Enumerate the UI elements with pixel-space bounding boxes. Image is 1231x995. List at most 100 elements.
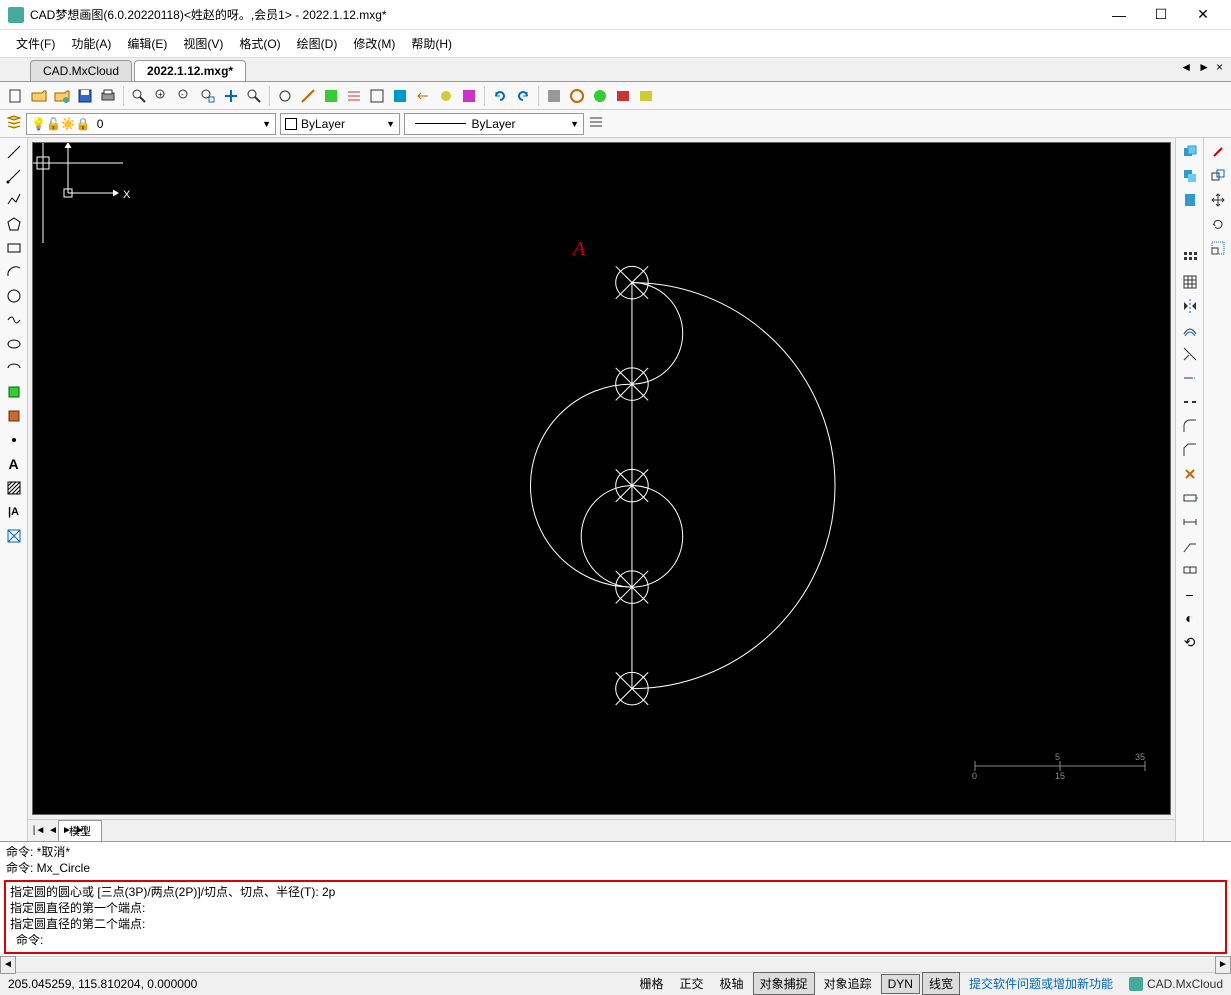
arc-tool[interactable] (4, 262, 24, 282)
minimize-button[interactable]: — (1099, 3, 1139, 27)
tool-11-icon[interactable] (567, 86, 587, 106)
offset-icon[interactable] (1180, 320, 1200, 340)
menu-format[interactable]: 格式(O) (231, 31, 288, 56)
menu-view[interactable]: 视图(V) (175, 31, 231, 56)
tab-current-file[interactable]: 2022.1.12.mxg* (134, 60, 246, 81)
layer-dropdown[interactable]: 💡🔓☀️🔒 0 ▼ (26, 113, 276, 135)
tool-01-icon[interactable] (275, 86, 295, 106)
circle-tool[interactable] (4, 286, 24, 306)
trim-icon[interactable] (1180, 344, 1200, 364)
copy-props-icon[interactable] (1180, 166, 1200, 186)
feedback-link[interactable]: 提交软件问题或增加新功能 (961, 975, 1121, 992)
open-cloud-icon[interactable] (52, 86, 72, 106)
hatch-tool[interactable] (4, 478, 24, 498)
status-ortho[interactable]: 正交 (673, 972, 711, 995)
fillet-icon[interactable] (1180, 416, 1200, 436)
status-osnap[interactable]: 对象捕捉 (753, 972, 815, 995)
zoom-out-icon[interactable]: - (175, 86, 195, 106)
polygon-tool[interactable] (4, 214, 24, 234)
tab-cloud[interactable]: CAD.MxCloud (30, 60, 132, 81)
grid-icon[interactable] (1180, 272, 1200, 292)
status-grid[interactable]: 栅格 (633, 972, 671, 995)
ellipse-arc-tool[interactable] (4, 358, 24, 378)
layout-first-icon[interactable]: |◄ (32, 825, 46, 836)
spline-tool[interactable] (4, 310, 24, 330)
explode-icon[interactable] (1180, 464, 1200, 484)
status-lwt[interactable]: 线宽 (922, 972, 960, 995)
close-button[interactable]: ✕ (1183, 3, 1223, 27)
point-tool[interactable] (4, 430, 24, 450)
drawing-canvas[interactable]: A X Y (32, 142, 1171, 815)
color-dropdown[interactable]: ByLayer ▼ (280, 113, 400, 135)
status-otrack[interactable]: 对象追踪 (817, 972, 879, 995)
scroll-left-icon[interactable]: ◄ (0, 956, 16, 974)
tool-05-icon[interactable] (367, 86, 387, 106)
move-tool[interactable] (1208, 190, 1228, 210)
tab-close-icon[interactable]: × (1214, 60, 1225, 74)
ellipse-tool[interactable] (4, 334, 24, 354)
break-icon[interactable] (1180, 392, 1200, 412)
dimension-icon[interactable] (1180, 512, 1200, 532)
tool-14-icon[interactable] (636, 86, 656, 106)
menu-draw[interactable]: 绘图(D) (289, 31, 346, 56)
extend-icon[interactable] (1180, 368, 1200, 388)
mirror-icon[interactable] (1180, 296, 1200, 316)
tool-04-icon[interactable] (344, 86, 364, 106)
layer-manager-icon[interactable] (6, 114, 22, 133)
zoom-extents-icon[interactable] (198, 86, 218, 106)
zoom-window-icon[interactable] (129, 86, 149, 106)
print-icon[interactable] (98, 86, 118, 106)
menu-help[interactable]: 帮助(H) (403, 31, 460, 56)
tool-03-icon[interactable] (321, 86, 341, 106)
text-tool[interactable]: A (4, 454, 24, 474)
tool-10-icon[interactable] (544, 86, 564, 106)
zoom-in-icon[interactable]: + (152, 86, 172, 106)
copy-tool[interactable] (1208, 166, 1228, 186)
zoom-realtime-icon[interactable] (244, 86, 264, 106)
tool-07-icon[interactable] (413, 86, 433, 106)
copy-layer-icon[interactable] (1180, 142, 1200, 162)
mod-18-icon[interactable]: ◐ (1180, 608, 1200, 628)
command-input[interactable] (43, 933, 1215, 948)
erase-tool[interactable] (1208, 142, 1228, 162)
menu-modify[interactable]: 修改(M) (345, 31, 403, 56)
stretch-icon[interactable] (1180, 488, 1200, 508)
rectangle-tool[interactable] (4, 238, 24, 258)
tolerance-icon[interactable] (1180, 560, 1200, 580)
layout-prev-icon[interactable]: ◄ (46, 825, 60, 836)
leader-icon[interactable] (1180, 536, 1200, 556)
scale-tool[interactable] (1208, 238, 1228, 258)
paste-icon[interactable] (1180, 190, 1200, 210)
ray-tool[interactable] (4, 166, 24, 186)
new-icon[interactable] (6, 86, 26, 106)
tool-08-icon[interactable] (436, 86, 456, 106)
maximize-button[interactable]: ☐ (1141, 3, 1181, 27)
status-dyn[interactable]: DYN (881, 974, 920, 994)
rotate-tool[interactable] (1208, 214, 1228, 234)
menu-function[interactable]: 功能(A) (63, 31, 119, 56)
region-tool[interactable] (4, 526, 24, 546)
menu-edit[interactable]: 编辑(E) (119, 31, 175, 56)
array-icon[interactable] (1180, 248, 1200, 268)
menu-file[interactable]: 文件(F) (8, 31, 63, 56)
tool-13-icon[interactable] (613, 86, 633, 106)
tool-12-icon[interactable] (590, 86, 610, 106)
make-block-tool[interactable] (4, 406, 24, 426)
polyline-tool[interactable] (4, 190, 24, 210)
line-tool[interactable] (4, 142, 24, 162)
mod-19-icon[interactable]: ⟲ (1180, 632, 1200, 652)
pan-icon[interactable] (221, 86, 241, 106)
layout-last-icon[interactable]: ►| (74, 825, 88, 836)
tool-06-icon[interactable] (390, 86, 410, 106)
mtext-tool[interactable]: |A (4, 502, 24, 522)
mod-17-icon[interactable]: ⎯ (1180, 584, 1200, 604)
status-polar[interactable]: 极轴 (713, 972, 751, 995)
brand-label[interactable]: CAD.MxCloud (1121, 977, 1231, 991)
tool-09-icon[interactable] (459, 86, 479, 106)
chamfer-icon[interactable] (1180, 440, 1200, 460)
linetype-dropdown[interactable]: ByLayer ▼ (404, 113, 584, 135)
save-icon[interactable] (75, 86, 95, 106)
layout-next-icon[interactable]: ► (60, 825, 74, 836)
open-icon[interactable] (29, 86, 49, 106)
tool-02-icon[interactable] (298, 86, 318, 106)
